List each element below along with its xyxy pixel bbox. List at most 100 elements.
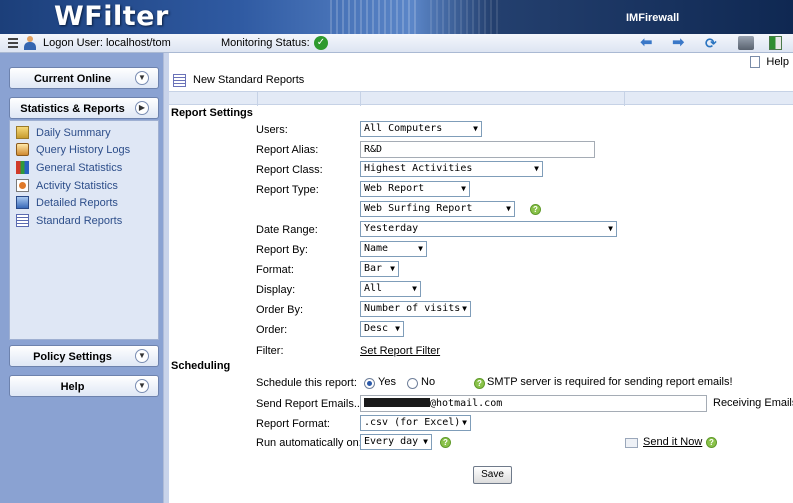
report-class-label: Report Class: xyxy=(256,164,323,176)
panel-help[interactable]: Help ▼ xyxy=(9,375,159,397)
sidebar-item-label: General Statistics xyxy=(36,162,123,174)
report-list-icon xyxy=(173,74,186,87)
set-report-filter-link[interactable]: Set Report Filter xyxy=(360,345,440,357)
monitoring-status-label: Monitoring Status: xyxy=(221,37,310,49)
schedule-report-label: Schedule this report: xyxy=(256,377,357,389)
order-by-value: Number of visits xyxy=(364,303,461,314)
send-it-now-link[interactable]: Send it Now xyxy=(643,436,702,448)
panel-label: Policy Settings xyxy=(33,351,112,363)
chevron-down-icon[interactable]: ▼ xyxy=(135,379,149,393)
display-select[interactable]: All ▼ xyxy=(360,281,421,297)
dropdown-arrow-icon: ▼ xyxy=(412,284,417,293)
report-format-label: Report Format: xyxy=(256,418,330,430)
users-select[interactable]: All Computers ▼ xyxy=(360,121,482,137)
query-history-icon xyxy=(16,143,29,156)
report-format-value: .csv (for Excel) xyxy=(364,417,461,428)
activity-statistics-icon xyxy=(16,179,29,192)
run-schedule-select[interactable]: Every day ▼ xyxy=(360,434,432,450)
help-page-icon xyxy=(750,56,761,69)
help-question-icon[interactable]: ? xyxy=(440,437,451,448)
panel-current-online[interactable]: Current Online ▼ xyxy=(9,67,159,89)
panel-policy-settings[interactable]: Policy Settings ▼ xyxy=(9,345,159,367)
detailed-reports-icon xyxy=(16,196,29,209)
report-class-select[interactable]: Highest Activities ▼ xyxy=(360,161,543,177)
display-value: All xyxy=(364,283,383,294)
report-by-select[interactable]: Name ▼ xyxy=(360,241,427,257)
chevron-down-icon[interactable]: ▼ xyxy=(135,349,149,363)
sidebar-item-label: Activity Statistics xyxy=(36,180,118,192)
report-type-select[interactable]: Web Report ▼ xyxy=(360,181,470,197)
section-report-settings: Report Settings xyxy=(171,107,253,119)
email-domain-text: @hotmail.com xyxy=(430,398,503,409)
sidebar-item-label: Standard Reports xyxy=(36,215,123,227)
chevron-right-icon[interactable]: ▶ xyxy=(135,101,149,115)
filter-label: Filter: xyxy=(256,345,284,357)
users-label: Users: xyxy=(256,124,288,136)
chevron-down-icon[interactable]: ▼ xyxy=(135,71,149,85)
order-by-select[interactable]: Number of visits ▼ xyxy=(360,301,471,317)
panel-statistics-reports[interactable]: Statistics & Reports ▶ xyxy=(9,97,159,119)
sidebar: Current Online ▼ Statistics & Reports ▶ … xyxy=(0,53,166,503)
menu-icon[interactable] xyxy=(8,38,18,48)
order-label: Order: xyxy=(256,324,288,336)
dropdown-arrow-icon: ▼ xyxy=(462,304,467,313)
banner-building-graphic xyxy=(430,0,500,34)
schedule-no-radio[interactable] xyxy=(407,378,418,389)
report-alias-label: Report Alias: xyxy=(256,144,319,156)
dropdown-arrow-icon: ▼ xyxy=(395,324,400,333)
dropdown-arrow-icon: ▼ xyxy=(608,224,613,233)
top-toolbar: Logon User: localhost/tom Monitoring Sta… xyxy=(0,34,793,53)
report-emails-input[interactable]: @hotmail.com xyxy=(360,395,707,412)
report-subtype-select[interactable]: Web Surfing Report ▼ xyxy=(360,201,515,217)
status-ok-icon: ✓ xyxy=(314,36,328,50)
panel-label: Statistics & Reports xyxy=(20,103,125,115)
report-alias-input[interactable]: R&D xyxy=(360,141,595,158)
report-type-label: Report Type: xyxy=(256,184,319,196)
logon-user-label: Logon User: localhost/tom xyxy=(43,37,171,49)
report-by-label: Report By: xyxy=(256,244,308,256)
schedule-yes-radio[interactable] xyxy=(364,378,375,389)
section-scheduling: Scheduling xyxy=(171,360,231,372)
panel-label: Current Online xyxy=(33,73,111,85)
dropdown-arrow-icon: ▼ xyxy=(473,124,478,133)
report-by-value: Name xyxy=(364,243,389,254)
help-question-icon[interactable]: ? xyxy=(530,204,541,215)
help-question-icon[interactable]: ? xyxy=(474,378,485,389)
users-value: All Computers xyxy=(364,123,443,134)
display-label: Display: xyxy=(256,284,296,296)
order-value: Desc xyxy=(364,323,389,334)
standard-reports-icon xyxy=(16,214,29,227)
forward-arrow-icon[interactable]: ➡ xyxy=(672,35,688,50)
help-link[interactable]: Help xyxy=(750,56,789,70)
format-label: Format: xyxy=(256,264,294,276)
sidebar-item-label: Detailed Reports xyxy=(36,197,118,209)
date-range-select[interactable]: Yesterday ▼ xyxy=(360,221,617,237)
help-label: Help xyxy=(766,56,789,69)
report-type-value: Web Report xyxy=(364,183,425,194)
dropdown-arrow-icon: ▼ xyxy=(534,164,539,173)
product-name: IMFirewall xyxy=(626,12,680,24)
format-select[interactable]: Bar ▼ xyxy=(360,261,399,277)
refresh-icon[interactable]: ⟳ xyxy=(705,36,721,50)
schedule-yes-label: Yes xyxy=(378,376,396,388)
dropdown-arrow-icon: ▼ xyxy=(506,204,511,213)
send-report-emails-label: Send Report Emails... xyxy=(256,398,363,410)
report-subtype-value: Web Surfing Report xyxy=(364,203,473,214)
page-title-bar: New Standard Reports xyxy=(169,70,793,91)
run-automatically-label: Run automatically on: xyxy=(256,437,362,449)
report-format-select[interactable]: .csv (for Excel) ▼ xyxy=(360,415,471,431)
exit-icon[interactable] xyxy=(769,36,782,50)
schedule-no-label: No xyxy=(421,376,436,388)
banner-building-graphic xyxy=(330,0,420,34)
print-icon[interactable] xyxy=(738,36,754,50)
order-select[interactable]: Desc ▼ xyxy=(360,321,404,337)
report-class-value: Highest Activities xyxy=(364,163,473,174)
back-arrow-icon[interactable]: ⬅ xyxy=(640,35,656,50)
run-schedule-value: Every day xyxy=(364,436,419,447)
user-icon xyxy=(24,36,36,50)
app-banner: WFilter IMFirewall xyxy=(0,0,793,34)
reports-panel-body: Daily Summary Query History Logs General… xyxy=(9,120,159,340)
save-button[interactable]: Save xyxy=(473,466,512,484)
dropdown-arrow-icon: ▼ xyxy=(461,184,466,193)
help-question-icon[interactable]: ? xyxy=(706,437,717,448)
